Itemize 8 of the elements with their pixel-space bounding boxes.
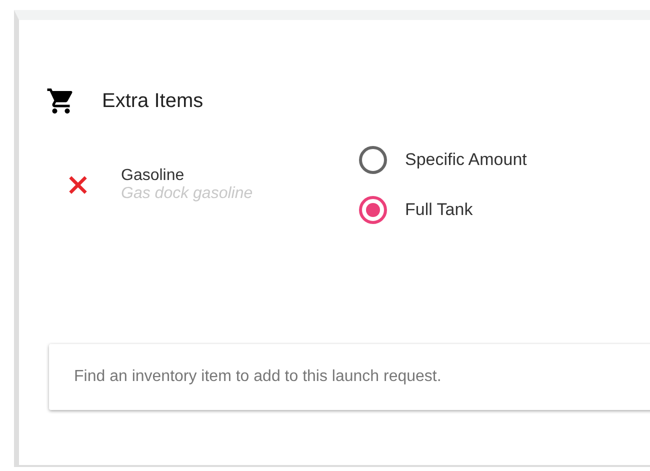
- radio-button[interactable]: [359, 146, 387, 174]
- option-label: Specific Amount: [405, 150, 527, 170]
- remove-icon[interactable]: [67, 174, 89, 196]
- search-field[interactable]: Find an inventory item to add to this launch request.: [49, 344, 650, 410]
- radio-button[interactable]: [359, 196, 387, 224]
- section-title: Extra Items: [102, 90, 204, 112]
- option-label: Full Tank: [405, 200, 473, 220]
- item-name: Gasoline: [121, 167, 186, 185]
